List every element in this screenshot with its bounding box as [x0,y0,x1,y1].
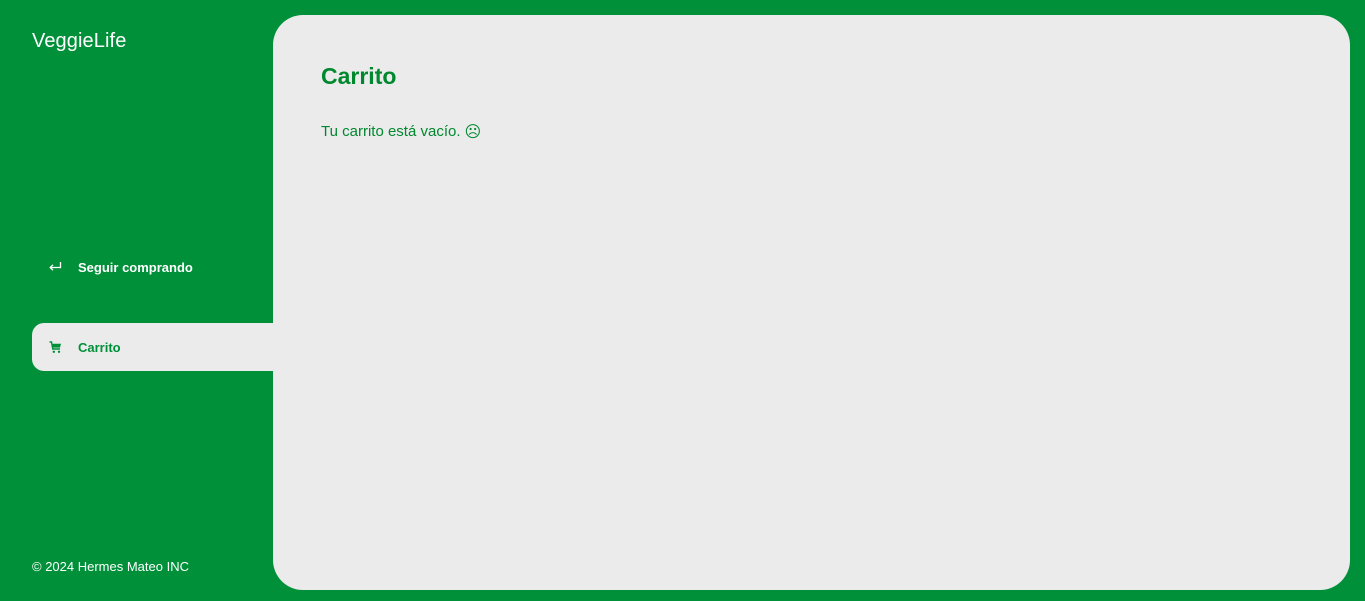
empty-cart-text: Tu carrito está vacío. [321,123,461,140]
footer-copyright: © 2024 Hermes Mateo INC [32,559,189,574]
sidebar: VeggieLife Seguir comprando Carrito © 20… [0,0,273,601]
main-panel: Carrito Tu carrito está vacío. ☹ [273,15,1350,590]
cart-icon [48,340,62,354]
return-arrow-icon [48,260,62,274]
page-title: Carrito [321,63,397,89]
sad-face-icon: ☹ [464,122,482,141]
brand-logo[interactable]: VeggieLife [32,30,126,53]
sidebar-item-continue-shopping[interactable]: Seguir comprando [32,243,273,291]
sidebar-item-label: Carrito [78,339,121,355]
sidebar-item-cart[interactable]: Carrito [32,323,273,371]
sidebar-item-label: Seguir comprando [78,259,193,275]
empty-cart-message: Tu carrito está vacío. ☹ [321,122,481,141]
